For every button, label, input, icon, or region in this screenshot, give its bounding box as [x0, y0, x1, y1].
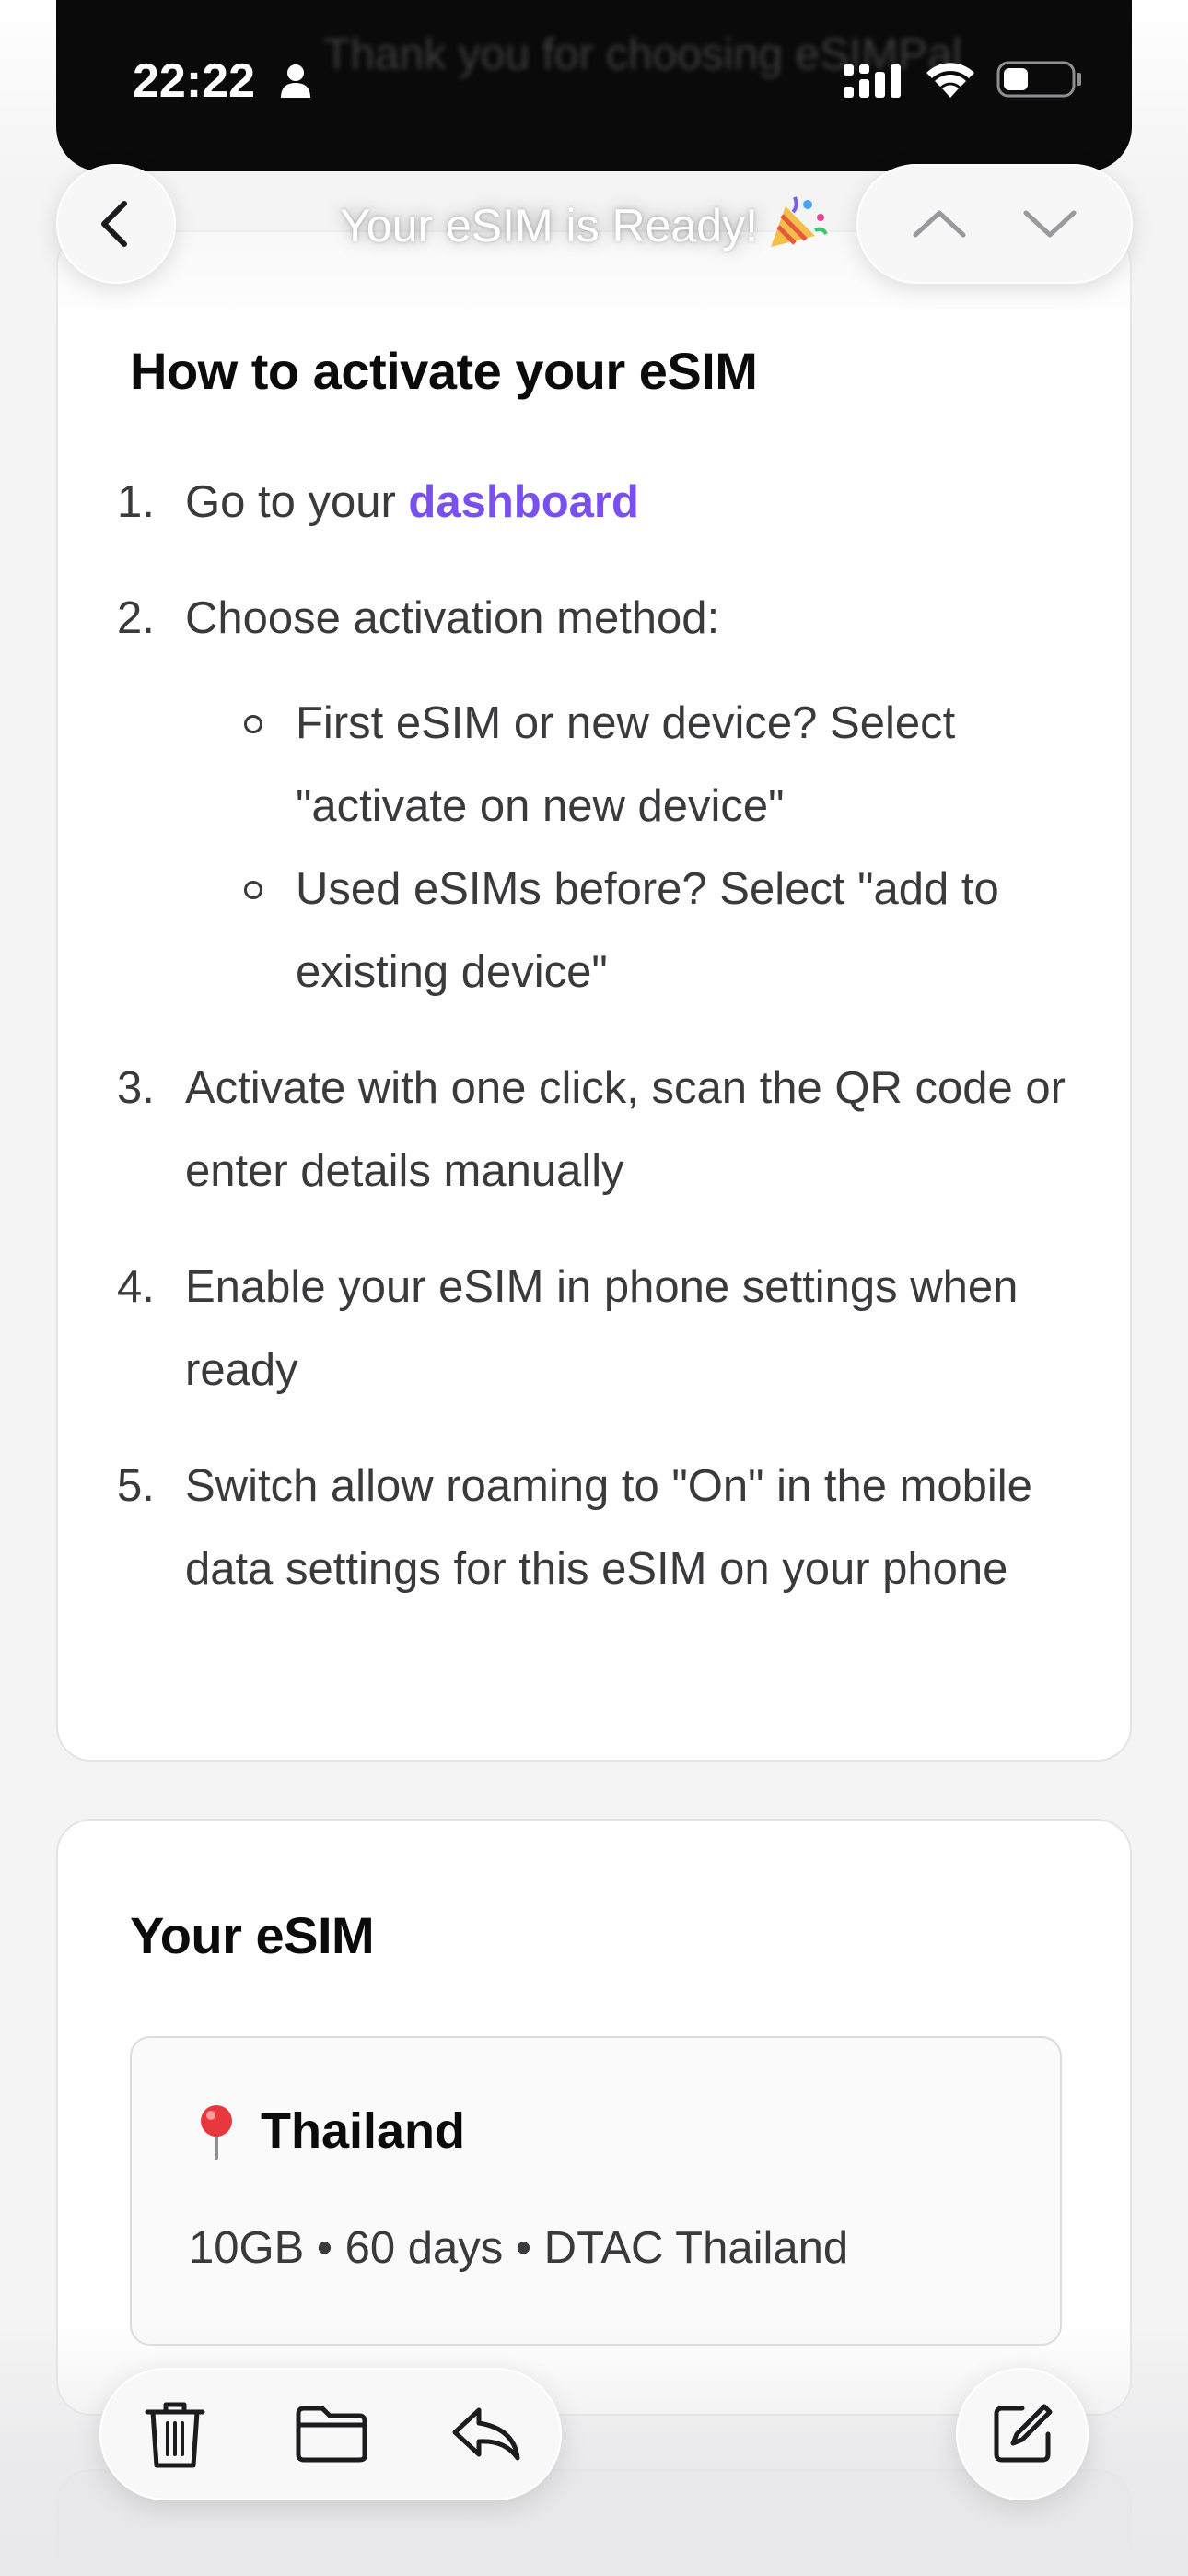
reply-icon [452, 2407, 520, 2461]
step-2: 2. Choose activation method: First eSIM … [58, 577, 1130, 1013]
step-number: 3. [117, 1063, 155, 1113]
step-5: 5. Switch allow roaming to "On" in the m… [58, 1445, 1130, 1610]
chevron-left-icon [101, 201, 127, 247]
country-name: Thailand [261, 2103, 466, 2159]
next-message-button[interactable] [995, 187, 1105, 261]
move-to-folder-button[interactable] [285, 2388, 378, 2480]
dashboard-link[interactable]: dashboard [408, 477, 638, 527]
folder-icon [296, 2406, 367, 2463]
step-text: Activate with one click, scan the QR cod… [185, 1063, 1066, 1196]
step-number: 1. [117, 477, 155, 527]
activation-method-options: First eSIM or new device? Select "activa… [185, 682, 1066, 1013]
bullet-icon [244, 881, 262, 899]
delete-button[interactable] [129, 2388, 221, 2480]
esim-plan-box: Thailand 10GB • 60 days • DTAC Thailand [130, 2036, 1062, 2346]
chevron-up-icon [913, 210, 966, 238]
step-4: 4. Enable your eSIM in phone settings wh… [58, 1246, 1130, 1411]
bullet-icon [244, 715, 262, 733]
step-1: 1. Go to your dashboard [58, 461, 1130, 544]
plan-details: 10GB • 60 days • DTAC Thailand [189, 2223, 849, 2273]
back-button[interactable] [56, 164, 176, 284]
cellular-signal-icon [844, 64, 901, 98]
pushpin-icon [201, 2105, 232, 2160]
chevron-down-icon [1023, 210, 1077, 238]
option-text: Used eSIMs before? Select "add to existi… [296, 864, 999, 997]
activation-steps: 1. Go to your dashboard 2. Choose activa… [58, 461, 1130, 1610]
person-icon [281, 64, 310, 98]
option-existing-device: Used eSIMs before? Select "add to existi… [185, 848, 1066, 1013]
reply-button[interactable] [440, 2388, 532, 2480]
party-popper-icon [770, 196, 828, 247]
step-number: 5. [117, 1461, 155, 1511]
option-new-device: First eSIM or new device? Select "activa… [185, 682, 1066, 848]
previous-message-button[interactable] [884, 187, 995, 261]
activation-card: How to activate your eSIM 1. Go to your … [56, 230, 1132, 1762]
compose-button[interactable] [956, 2368, 1089, 2500]
option-text: First eSIM or new device? Select "activa… [296, 698, 956, 831]
wifi-icon [926, 63, 974, 98]
subject-text: Your eSIM is Ready! [340, 200, 758, 252]
esim-heading: Your eSIM [130, 1906, 375, 1964]
step-text: Choose activation method: [185, 593, 720, 643]
battery-icon [996, 61, 1081, 98]
step-number: 4. [117, 1262, 155, 1312]
step-3: 3. Activate with one click, scan the QR … [58, 1047, 1130, 1212]
status-time: 22:22 [133, 54, 255, 108]
message-navigation [856, 164, 1133, 284]
trash-icon [145, 2402, 205, 2468]
step-text: Go to your [185, 477, 409, 527]
message-toolbar [99, 2368, 562, 2500]
step-text: Enable your eSIM in phone settings when … [185, 1262, 1019, 1395]
activation-heading: How to activate your eSIM [130, 342, 758, 400]
compose-icon [994, 2404, 1053, 2463]
step-number: 2. [117, 593, 155, 643]
esim-country: Thailand [192, 2102, 465, 2160]
mail-message-view: How to activate your eSIM 1. Go to your … [0, 0, 1188, 2576]
step-text: Switch allow roaming to "On" in the mobi… [185, 1461, 1032, 1594]
